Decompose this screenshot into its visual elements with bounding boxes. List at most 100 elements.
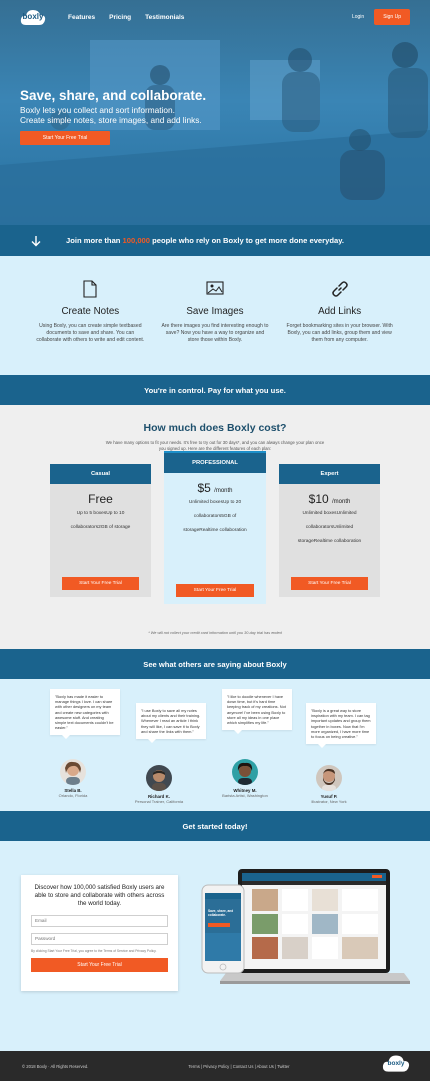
plan-casual-trial-button[interactable]: Start Your Free Trial — [62, 577, 139, 590]
plan-feature-line: collaboratorsUnlimited — [305, 525, 354, 530]
plan-expert: Expert $10 /month Unlimited boxesUnlimit… — [279, 464, 380, 597]
logo-text: boxly — [22, 12, 44, 21]
link-icon — [331, 281, 348, 297]
hero-section: boxly Features Pricing Testimonials Logi… — [0, 0, 430, 225]
features-section: Create Notes Using Boxly, you can create… — [0, 256, 430, 375]
pricing-plans: Casual Free Up to 5 boxesUp to 10 collab… — [50, 451, 380, 604]
feature-title: Create Notes — [61, 306, 120, 317]
plan-expert-trial-button[interactable]: Start Your Free Trial — [291, 577, 368, 590]
feature-description: Using Boxly, you can create simple textb… — [36, 323, 145, 343]
plan-feature-line: Up to 5 boxesUp to 10 — [76, 511, 125, 516]
testimonial-person: Yusuf P. Illustrator, New York — [294, 765, 364, 804]
pricing-title: How much does Boxly cost? — [143, 422, 287, 434]
hero-subtitle-line-2: Create simple notes, store images, and a… — [20, 115, 202, 125]
pricing-footnote: * We will not collect your credit card i… — [148, 631, 282, 635]
hero-title: Save, share, and collaborate. — [20, 88, 207, 103]
footer-logo-text: boxly — [387, 1060, 405, 1067]
person-location: Illustrator, New York — [311, 799, 347, 804]
plan-period: /month — [214, 488, 233, 494]
testimonial-person: Whitney M. Barista Artist, Washington — [210, 759, 280, 798]
signup-free-trial-button[interactable]: Start Your Free Trial — [31, 958, 168, 973]
testimonial-person: Richard K. Personal Trainer, California — [124, 765, 194, 804]
nav-link-features[interactable]: Features — [68, 14, 95, 21]
plan-name: PROFESSIONAL — [164, 453, 266, 473]
join-text: Join more than 100,000 people who rely o… — [66, 236, 344, 245]
person-location: Orlando, Florida — [58, 793, 88, 798]
feature-description: Forget bookmarking sites in your browser… — [286, 323, 393, 343]
plan-features: Unlimited boxesUp to 20 collaborators5GB… — [164, 496, 266, 538]
feature-title: Add Links — [318, 306, 362, 317]
copyright-text: © 2018 Boxly · All Rights Reserved. — [22, 1063, 89, 1069]
phone-screen-text: Save, share, and collaborate. — [208, 909, 234, 917]
avatar — [316, 765, 342, 791]
testimonials-banner: See what others are saying about Boxly — [0, 649, 430, 679]
plan-period: /month — [332, 499, 351, 505]
plan-price-value: Free — [88, 492, 113, 506]
plan-casual: Casual Free Up to 5 boxesUp to 10 collab… — [50, 464, 151, 597]
email-field[interactable] — [31, 914, 168, 927]
feature-create-notes: Create Notes Using Boxly, you can create… — [36, 280, 144, 375]
signup-button[interactable]: Sign Up — [374, 9, 410, 25]
image-icon — [206, 281, 224, 295]
pricing-section: How much does Boxly cost? We have many o… — [0, 405, 430, 649]
avatar — [232, 759, 258, 785]
avatar — [146, 765, 172, 791]
nav-link-pricing[interactable]: Pricing — [109, 14, 131, 21]
feature-description: Are there images you find interesting en… — [161, 323, 269, 343]
hero-subtitle-line-1: Boxly lets you collect and sort informat… — [20, 105, 175, 115]
hero-free-trial-button[interactable]: Start Your Free Trial — [20, 131, 110, 145]
plan-feature-line: collaborators2GB of storage — [70, 525, 131, 530]
person-location: Personal Trainer, California — [134, 799, 184, 804]
document-icon — [83, 280, 97, 298]
plan-professional-trial-button[interactable]: Start Your Free Trial — [176, 584, 254, 597]
plan-feature-line: storageRealtime collaboration — [183, 528, 247, 533]
plan-feature-line: Unlimited boxesUp to 20 — [188, 500, 242, 505]
footer: © 2018 Boxly · All Rights Reserved. Term… — [0, 1051, 430, 1081]
footer-links[interactable]: Terms | Privacy Policy | Contact Us | Ab… — [188, 1064, 289, 1069]
person-photo-icon — [316, 765, 342, 791]
footer-logo[interactable]: boxly — [382, 1053, 410, 1074]
person-photo-icon — [146, 765, 172, 791]
join-user-count: 100,000 — [122, 236, 150, 245]
plan-features: Unlimited boxesUnlimited collaboratorsUn… — [279, 507, 380, 549]
login-link[interactable]: Login — [352, 14, 364, 20]
avatar — [60, 759, 86, 785]
testimonial-quote: "I use Boxly to save all my notes about … — [136, 703, 206, 744]
plan-name: Casual — [50, 464, 151, 484]
plan-price: $5 /month — [164, 481, 266, 495]
feature-save-images: Save Images Are there images you find in… — [161, 280, 269, 375]
join-text-before: Join more than — [66, 236, 123, 245]
hero-content: Save, share, and collaborate. Boxly lets… — [20, 88, 206, 145]
feature-add-links: Add Links Forget bookmarking sites in yo… — [286, 280, 394, 375]
signup-form-title: Discover how 100,000 satisfied Boxly use… — [34, 884, 165, 908]
plan-features: Up to 5 boxesUp to 10 collaborators2GB o… — [50, 507, 151, 535]
testimonial-quote: "Boxly is a great way to store inspirati… — [306, 703, 376, 749]
join-text-after: people who rely on Boxly to get more don… — [150, 236, 344, 245]
terms-text: By clicking Start Your Free Trial, you a… — [31, 949, 157, 954]
plan-price: $10 /month — [279, 492, 380, 506]
password-field[interactable] — [31, 932, 168, 945]
get-started-banner: Get started today! — [0, 811, 430, 841]
arrow-down-icon[interactable] — [30, 235, 42, 247]
plan-feature-line: collaborators5GB of — [193, 514, 237, 519]
plan-price-value: $5 — [197, 481, 211, 495]
top-nav: boxly Features Pricing Testimonials Logi… — [0, 0, 430, 34]
testimonial-person: Stella B. Orlando, Florida — [38, 759, 108, 798]
testimonials-section: "Boxly has made it easier to manage thin… — [0, 679, 430, 811]
person-location: Barista Artist, Washington — [222, 793, 268, 798]
device-mockup-image — [201, 869, 410, 984]
control-banner: You're in control. Pay for what you use. — [0, 375, 430, 405]
nav-link-testimonials[interactable]: Testimonials — [145, 14, 184, 21]
signup-section: Discover how 100,000 satisfied Boxly use… — [0, 841, 430, 1051]
feature-title: Save Images — [186, 306, 244, 317]
plan-name: Expert — [279, 464, 380, 484]
signup-form: Discover how 100,000 satisfied Boxly use… — [21, 875, 178, 991]
boxly-logo[interactable]: boxly — [20, 8, 46, 26]
plan-price-value: $10 — [308, 492, 329, 506]
plan-price: Free — [50, 492, 151, 506]
testimonial-quote: "Boxly has made it easier to manage thin… — [50, 689, 120, 740]
person-photo-icon — [232, 759, 258, 785]
join-banner: Join more than 100,000 people who rely o… — [0, 225, 430, 256]
plan-feature-line: Unlimited boxesUnlimited — [302, 511, 357, 516]
testimonial-quote: "I like to doodle whenever I have down t… — [222, 689, 292, 735]
